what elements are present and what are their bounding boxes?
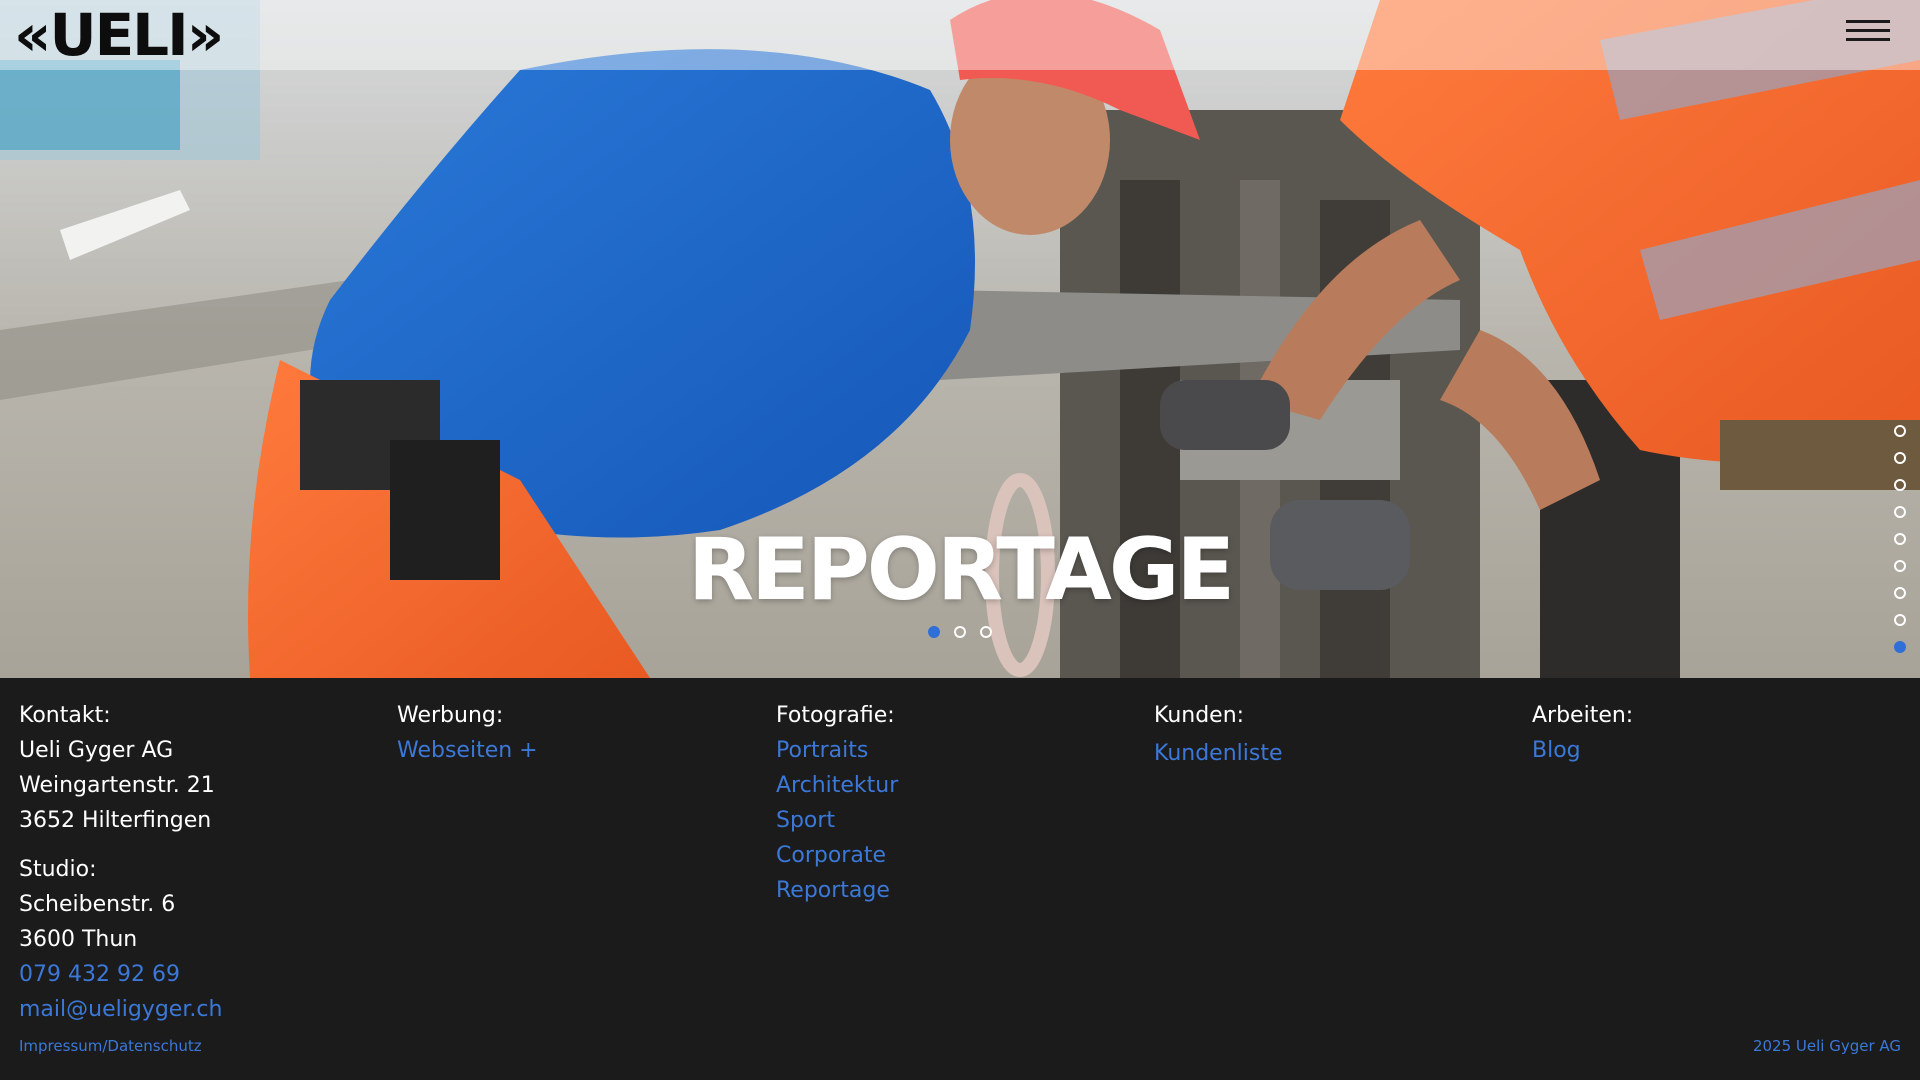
section-dot-9[interactable] — [1894, 641, 1906, 653]
werbung-column: Werbung: Webseiten + — [397, 698, 538, 768]
link-kundenliste[interactable]: Kundenliste — [1154, 736, 1283, 771]
studio-street: Scheibenstr. 6 — [19, 892, 176, 917]
section-dot-6[interactable] — [1894, 560, 1906, 572]
section-dot-8[interactable] — [1894, 614, 1906, 626]
link-blog[interactable]: Blog — [1532, 733, 1633, 768]
slide-dot-3[interactable] — [980, 626, 992, 638]
section-dot-1[interactable] — [1894, 425, 1906, 437]
contact-street: Weingartenstr. 21 — [19, 773, 215, 798]
contact-city: 3652 Hilterfingen — [19, 808, 212, 833]
section-dot-5[interactable] — [1894, 533, 1906, 545]
section-navigation — [1894, 425, 1906, 653]
company-name: Ueli Gyger AG — [19, 738, 174, 763]
fotografie-column: Fotografie: Portraits Architektur Sport … — [776, 698, 898, 908]
hamburger-menu-icon[interactable] — [1846, 16, 1890, 46]
link-webseiten[interactable]: Webseiten + — [397, 733, 538, 768]
link-reportage[interactable]: Reportage — [776, 873, 898, 908]
hero-slider: «UELI» REPORTAGE — [0, 0, 1920, 678]
contact-heading: Kontakt: — [19, 703, 111, 728]
kunden-heading: Kunden: — [1154, 703, 1245, 728]
phone-link[interactable]: 079 432 92 69 — [19, 957, 222, 992]
slide-pagination — [0, 626, 1920, 638]
link-portraits[interactable]: Portraits — [776, 733, 898, 768]
section-dot-7[interactable] — [1894, 587, 1906, 599]
site-logo[interactable]: «UELI» — [14, 3, 224, 67]
studio-city: 3600 Thun — [19, 927, 138, 952]
slide-dot-2[interactable] — [954, 626, 966, 638]
link-architektur[interactable]: Architektur — [776, 768, 898, 803]
hero-title: REPORTAGE — [687, 520, 1235, 620]
arbeiten-column: Arbeiten: Blog — [1532, 698, 1633, 768]
studio-heading: Studio: — [19, 857, 97, 882]
legal-link[interactable]: Impressum/Datenschutz — [19, 1037, 202, 1055]
section-dot-2[interactable] — [1894, 452, 1906, 464]
section-dot-4[interactable] — [1894, 506, 1906, 518]
contact-column: Kontakt: Ueli Gyger AG Weingartenstr. 21… — [19, 698, 222, 1027]
top-bar: «UELI» — [0, 0, 1920, 70]
link-corporate[interactable]: Corporate — [776, 838, 898, 873]
slide-dot-1[interactable] — [928, 626, 940, 638]
kunden-column: Kunden: Kundenliste — [1154, 698, 1283, 771]
werbung-heading: Werbung: — [397, 703, 504, 728]
arbeiten-heading: Arbeiten: — [1532, 703, 1634, 728]
section-dot-3[interactable] — [1894, 479, 1906, 491]
link-sport[interactable]: Sport — [776, 803, 898, 838]
email-link[interactable]: mail@ueligyger.ch — [19, 992, 222, 1027]
copyright: 2025 Ueli Gyger AG — [1752, 1037, 1901, 1055]
site-footer: Kontakt: Ueli Gyger AG Weingartenstr. 21… — [0, 678, 1920, 1080]
fotografie-heading: Fotografie: — [776, 703, 895, 728]
